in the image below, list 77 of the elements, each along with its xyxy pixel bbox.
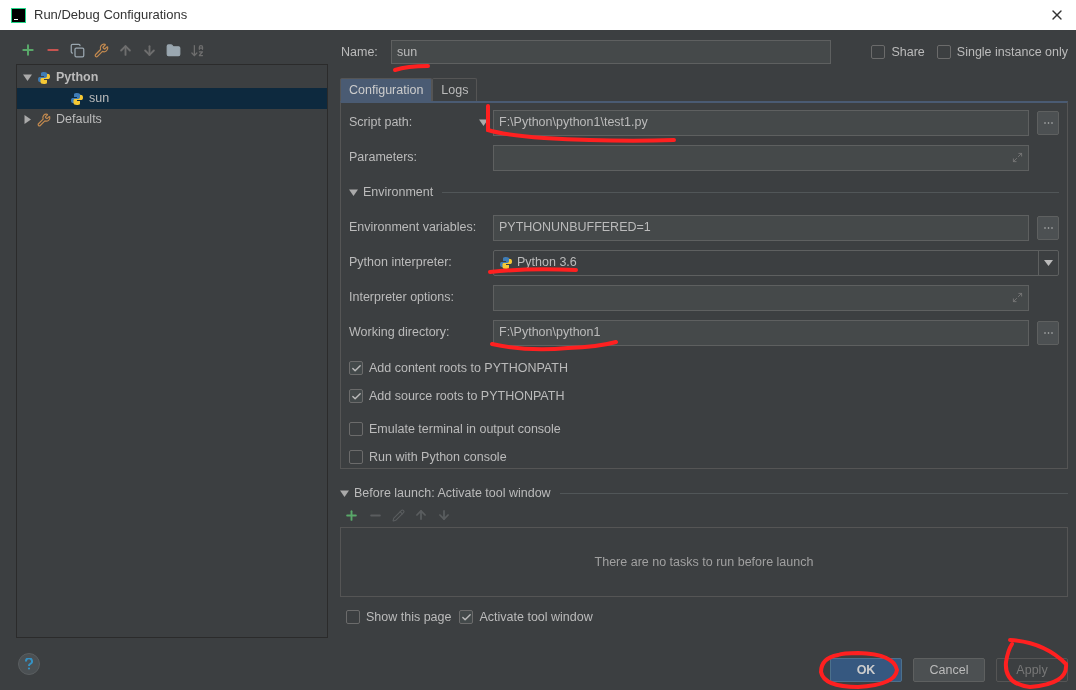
tree-label: Python [56,69,99,87]
dialog-button[interactable]: Cancel [913,658,985,682]
expand-arrow-icon[interactable] [23,115,32,124]
app-logo-icon [11,7,26,23]
checkbox[interactable] [349,361,363,375]
move-down-icon[interactable] [437,508,451,522]
expand-icon [1012,292,1023,303]
move-up-icon[interactable] [118,42,133,58]
text-field[interactable]: F:\Python\python1 [493,319,1029,346]
text-field[interactable] [493,144,1029,171]
copy-icon[interactable] [70,42,85,58]
tree-label: sun [89,90,110,108]
annotation-scribble [392,63,432,73]
checkbox[interactable] [346,610,360,624]
tree-label: Defaults [56,111,102,129]
python-logo-icon [37,70,51,85]
checkbox[interactable] [349,389,363,403]
checkbox-label: Run with Python console [369,448,507,466]
checkbox-label: Add content roots to PYTHONPATH [369,359,568,377]
field-label: Parameters: [349,149,419,167]
dropdown-arrow-icon [1044,259,1053,266]
checkbox[interactable] [349,450,363,464]
field-label: Working directory: [349,324,451,342]
section-title: Before launch: Activate tool window [354,484,551,502]
python-logo-icon [499,255,513,270]
text-field[interactable]: F:\Python\python1\test1.py [493,109,1029,136]
checkbox-label: Emulate terminal in output console [369,420,561,438]
wrench-icon[interactable] [94,42,109,58]
text-field[interactable] [493,284,1029,311]
browse-button[interactable] [1037,215,1059,240]
move-up-icon[interactable] [414,508,428,522]
question-mark-icon [25,658,33,670]
expand-arrow-icon[interactable] [23,73,32,82]
field-label: Interpreter options: [349,289,455,307]
ellipsis-icon [1043,121,1053,124]
checkbox-label: Single instance only [956,43,1068,61]
ellipsis-icon [1043,226,1053,229]
sort-icon[interactable] [190,42,205,58]
browse-button[interactable] [1037,320,1059,345]
expand-icon [1012,152,1023,163]
tab[interactable]: Logs [432,78,478,101]
tree-item[interactable]: sun [17,88,327,109]
window-title: Run/Debug Configurations [34,6,188,25]
browse-button[interactable] [1037,110,1059,135]
collapse-arrow-icon[interactable] [349,188,358,197]
help-button[interactable] [18,653,40,675]
add-icon[interactable] [20,42,36,58]
checkbox[interactable] [871,45,886,59]
folder-icon[interactable] [166,42,181,58]
wrench-icon [37,112,51,127]
python-logo-icon [70,91,84,106]
empty-message: There are no tasks to run before launch [594,553,814,571]
field-label: Python interpreter: [349,254,453,272]
tab[interactable]: Configuration [340,78,433,101]
collapse-arrow-icon[interactable] [340,488,349,498]
tree-item[interactable]: Python [17,67,327,88]
move-down-icon[interactable] [142,42,157,58]
add-icon[interactable] [344,507,359,523]
name-label: Name: [341,43,379,61]
field-label: Environment variables: [349,219,478,237]
dialog-button[interactable]: OK [830,658,902,682]
name-field[interactable]: sun [391,40,831,64]
checkbox[interactable] [349,422,363,436]
interpreter-select[interactable]: Python 3.6 [493,249,1059,276]
checkbox[interactable] [936,45,951,59]
tree-item[interactable]: Defaults [17,109,327,130]
text-field[interactable]: PYTHONUNBUFFERED=1 [493,214,1029,241]
checkbox-label: Show this page [366,608,452,626]
ellipsis-icon [1043,331,1053,334]
field-label: Script path: [349,114,414,132]
edit-icon[interactable] [392,508,405,522]
checkbox-label: Add source roots to PYTHONPATH [369,387,565,405]
section-title: Environment [363,184,434,202]
checkbox-label: Share [891,43,925,61]
dropdown-arrow-icon[interactable] [479,118,488,127]
checkbox[interactable] [459,610,474,624]
checkbox-label: Activate tool window [479,608,593,626]
